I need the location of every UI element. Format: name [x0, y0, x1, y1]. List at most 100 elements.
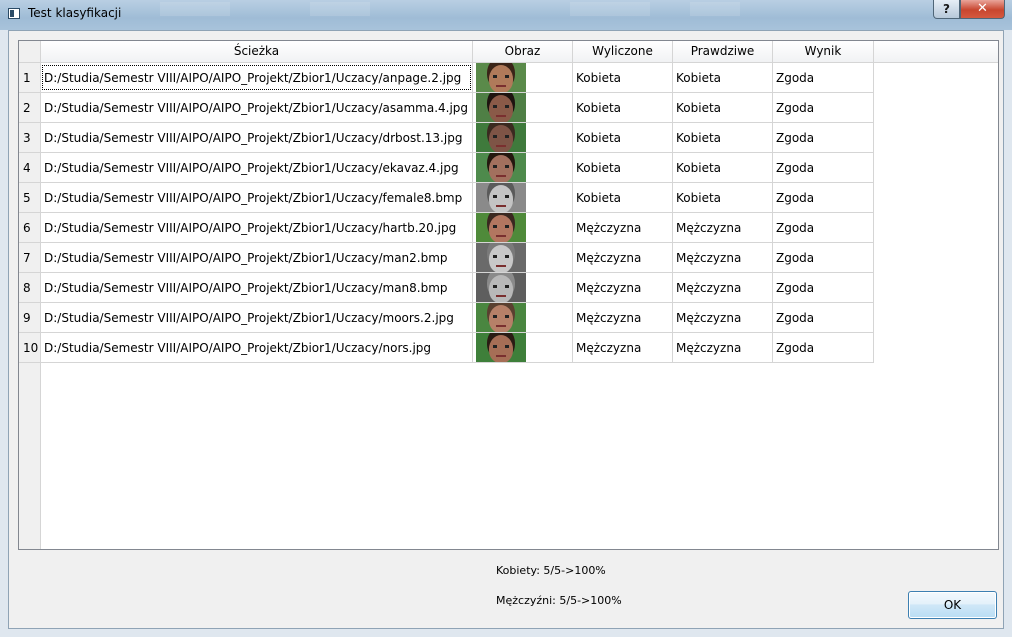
results-table[interactable]: Ścieżka Obraz Wyliczone Prawdziwe Wynik … [18, 40, 999, 550]
face-thumbnail [476, 213, 526, 242]
cell-actual[interactable]: Kobieta [673, 63, 773, 93]
face-thumbnail [476, 333, 526, 362]
cell-actual[interactable]: Mężczyzna [673, 303, 773, 333]
cell-calculated[interactable]: Kobieta [573, 153, 673, 183]
title-bar[interactable]: Test klasyfikacji ? ✕ [0, 0, 1012, 30]
column-header-actual[interactable]: Prawdziwe [673, 41, 773, 62]
cell-path[interactable]: D:/Studia/Semestr VIII/AIPO/AIPO_Projekt… [41, 183, 473, 213]
cell-result[interactable]: Zgoda [773, 63, 874, 93]
cell-actual[interactable]: Mężczyzna [673, 243, 773, 273]
cell-image[interactable] [473, 63, 573, 93]
cell-result[interactable]: Zgoda [773, 303, 874, 333]
table-row[interactable]: 1 D:/Studia/Semestr VIII/AIPO/AIPO_Projek… [19, 63, 874, 93]
cell-actual[interactable]: Kobieta [673, 153, 773, 183]
table-header: Ścieżka Obraz Wyliczone Prawdziwe Wynik [41, 41, 998, 63]
row-header[interactable]: 9 [19, 303, 41, 333]
cell-calculated[interactable]: Mężczyzna [573, 303, 673, 333]
face-thumbnail [476, 63, 526, 92]
cell-calculated[interactable]: Kobieta [573, 63, 673, 93]
close-button[interactable]: ✕ [960, 0, 1005, 19]
row-header[interactable]: 3 [19, 123, 41, 153]
cell-calculated[interactable]: Kobieta [573, 93, 673, 123]
cell-actual[interactable]: Mężczyzna [673, 273, 773, 303]
cell-calculated[interactable]: Kobieta [573, 183, 673, 213]
cell-image[interactable] [473, 333, 573, 363]
cell-calculated[interactable]: Kobieta [573, 123, 673, 153]
cell-path[interactable]: D:/Studia/Semestr VIII/AIPO/AIPO_Projekt… [41, 273, 473, 303]
cell-result[interactable]: Zgoda [773, 183, 874, 213]
cell-actual[interactable]: Mężczyzna [673, 213, 773, 243]
cell-calculated[interactable]: Mężczyzna [573, 273, 673, 303]
row-header[interactable]: 4 [19, 153, 41, 183]
cell-image[interactable] [473, 213, 573, 243]
summary-women: Kobiety: 5/5->100% [496, 564, 606, 577]
cell-result[interactable]: Zgoda [773, 273, 874, 303]
background-blur [160, 2, 230, 16]
row-header[interactable]: 6 [19, 213, 41, 243]
help-button[interactable]: ? [933, 0, 960, 19]
table-row[interactable]: 5 D:/Studia/Semestr VIII/AIPO/AIPO_Projek… [19, 183, 874, 213]
cell-path[interactable]: D:/Studia/Semestr VIII/AIPO/AIPO_Projekt… [41, 213, 473, 243]
cell-result[interactable]: Zgoda [773, 243, 874, 273]
cell-image[interactable] [473, 243, 573, 273]
cell-path[interactable]: D:/Studia/Semestr VIII/AIPO/AIPO_Projekt… [41, 123, 473, 153]
row-header[interactable]: 8 [19, 273, 41, 303]
table-corner-button[interactable] [19, 41, 41, 63]
cell-result[interactable]: Zgoda [773, 153, 874, 183]
table-row[interactable]: 8 D:/Studia/Semestr VIII/AIPO/AIPO_Projek… [19, 273, 874, 303]
cell-actual[interactable]: Kobieta [673, 123, 773, 153]
cell-result[interactable]: Zgoda [773, 93, 874, 123]
face-thumbnail [476, 303, 526, 332]
cell-path[interactable]: D:/Studia/Semestr VIII/AIPO/AIPO_Projekt… [41, 333, 473, 363]
face-thumbnail [476, 183, 526, 212]
column-header-path[interactable]: Ścieżka [41, 41, 473, 62]
cell-image[interactable] [473, 183, 573, 213]
cell-calculated[interactable]: Mężczyzna [573, 213, 673, 243]
face-thumbnail [476, 123, 526, 152]
cell-image[interactable] [473, 153, 573, 183]
cell-result[interactable]: Zgoda [773, 213, 874, 243]
row-header[interactable]: 10 [19, 333, 41, 363]
cell-actual[interactable]: Mężczyzna [673, 333, 773, 363]
cell-image[interactable] [473, 93, 573, 123]
table-row[interactable]: 2 D:/Studia/Semestr VIII/AIPO/AIPO_Projek… [19, 93, 874, 123]
window-title: Test klasyfikacji [28, 6, 122, 20]
face-thumbnail [476, 93, 526, 122]
ok-button[interactable]: OK [908, 591, 997, 619]
cell-calculated[interactable]: Mężczyzna [573, 243, 673, 273]
cell-result[interactable]: Zgoda [773, 123, 874, 153]
column-header-image[interactable]: Obraz [473, 41, 573, 62]
cell-path[interactable]: D:/Studia/Semestr VIII/AIPO/AIPO_Projekt… [41, 243, 473, 273]
row-header[interactable]: 5 [19, 183, 41, 213]
background-blur [310, 2, 370, 16]
cell-image[interactable] [473, 303, 573, 333]
cell-image[interactable] [473, 273, 573, 303]
table-row[interactable]: 7 D:/Studia/Semestr VIII/AIPO/AIPO_Projek… [19, 243, 874, 273]
cell-path[interactable]: D:/Studia/Semestr VIII/AIPO/AIPO_Projekt… [41, 93, 473, 123]
table-row[interactable]: 4 D:/Studia/Semestr VIII/AIPO/AIPO_Projek… [19, 153, 874, 183]
table-row[interactable]: 9 D:/Studia/Semestr VIII/AIPO/AIPO_Projek… [19, 303, 874, 333]
table-row[interactable]: 6 D:/Studia/Semestr VIII/AIPO/AIPO_Projek… [19, 213, 874, 243]
cell-path[interactable]: D:/Studia/Semestr VIII/AIPO/AIPO_Projekt… [41, 303, 473, 333]
dialog-window: Test klasyfikacji ? ✕ Ścieżka Obraz Wyli… [0, 0, 1012, 637]
cell-path[interactable]: D:/Studia/Semestr VIII/AIPO/AIPO_Projekt… [41, 63, 473, 93]
column-header-calculated[interactable]: Wyliczone [573, 41, 673, 62]
cell-actual[interactable]: Kobieta [673, 93, 773, 123]
cell-result[interactable]: Zgoda [773, 333, 874, 363]
window-icon [8, 8, 20, 19]
table-row[interactable]: 10 D:/Studia/Semestr VIII/AIPO/AIPO_Proje… [19, 333, 874, 363]
row-header[interactable]: 2 [19, 93, 41, 123]
face-thumbnail [476, 273, 526, 302]
dialog-client-area: Ścieżka Obraz Wyliczone Prawdziwe Wynik … [8, 30, 1004, 629]
face-thumbnail [476, 153, 526, 182]
cell-image[interactable] [473, 123, 573, 153]
face-thumbnail [476, 243, 526, 272]
column-header-result[interactable]: Wynik [773, 41, 874, 62]
cell-path[interactable]: D:/Studia/Semestr VIII/AIPO/AIPO_Projekt… [41, 153, 473, 183]
cell-actual[interactable]: Kobieta [673, 183, 773, 213]
background-blur [570, 2, 650, 16]
row-header[interactable]: 1 [19, 63, 41, 93]
row-header[interactable]: 7 [19, 243, 41, 273]
cell-calculated[interactable]: Mężczyzna [573, 333, 673, 363]
table-row[interactable]: 3 D:/Studia/Semestr VIII/AIPO/AIPO_Projek… [19, 123, 874, 153]
